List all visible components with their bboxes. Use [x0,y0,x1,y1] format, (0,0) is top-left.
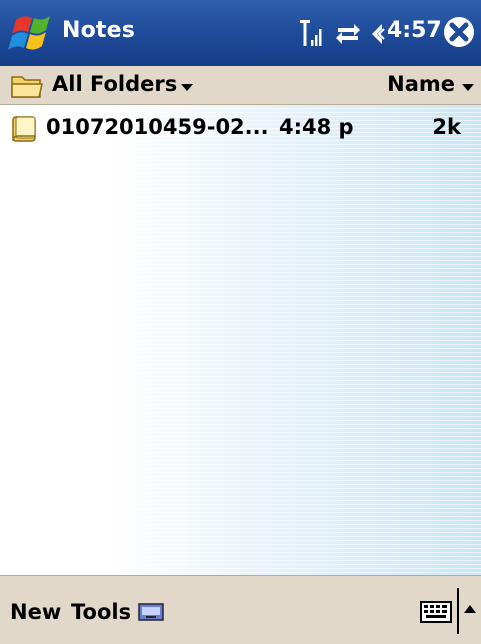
sip-up-arrow-icon[interactable] [464,605,476,613]
note-size: 2k [432,115,461,139]
folder-icon [10,72,44,100]
title-bar: Notes 4:57 [0,0,481,66]
tools-menu[interactable]: Tools [71,600,131,624]
folder-bar: All Folders Name [0,66,481,105]
connectivity-icon[interactable] [334,22,362,46]
app-title: Notes [62,18,136,43]
menu-bar: New Tools [0,575,481,644]
note-file-icon [10,114,40,144]
signal-icon[interactable] [298,18,324,48]
chevron-down-icon[interactable] [462,84,474,91]
list-item[interactable]: 01072010459-02... 4:48 p 2k [0,111,481,147]
folder-dropdown[interactable]: All Folders [52,72,177,96]
new-button[interactable]: New [10,600,61,624]
volume-icon[interactable] [370,22,388,46]
close-icon [444,17,474,47]
note-name: 01072010459-02... [46,115,269,139]
chevron-down-icon[interactable] [181,84,193,91]
keyboard-icon[interactable] [420,601,452,623]
sip-divider [457,588,459,634]
windows-start-icon[interactable] [8,10,56,56]
sort-dropdown[interactable]: Name [387,72,455,96]
notes-list: 01072010459-02... 4:48 p 2k [0,105,481,575]
close-button[interactable] [441,14,477,50]
clock[interactable]: 4:57 [387,18,442,43]
note-time: 4:48 p [279,115,354,139]
input-panel-icon[interactable] [138,603,164,621]
